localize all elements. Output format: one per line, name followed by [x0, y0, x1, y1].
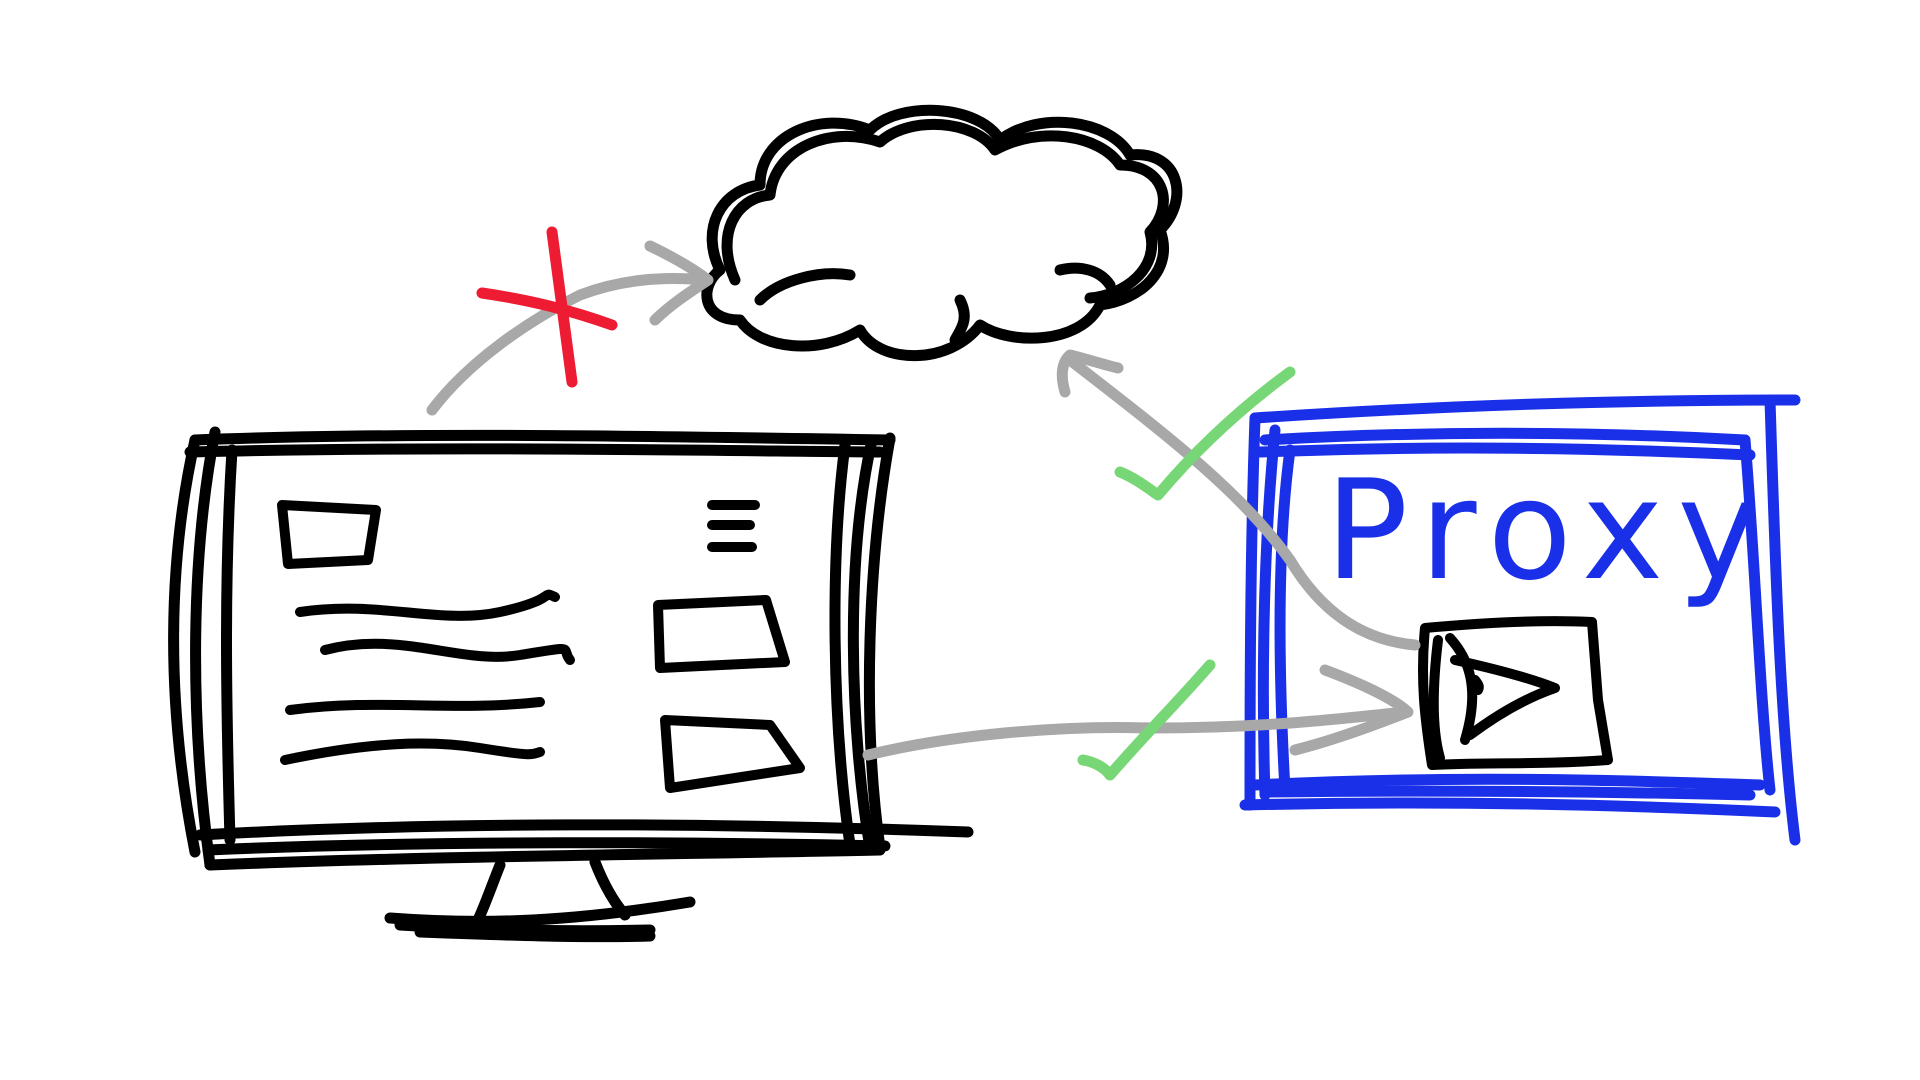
- cloud-icon: [701, 104, 1183, 362]
- proxy-label: Proxy: [1325, 450, 1773, 611]
- proxy-app-icon: [1418, 616, 1613, 770]
- text-line: [280, 738, 545, 765]
- screen-content: [277, 500, 805, 793]
- logo-box: [277, 500, 381, 569]
- text-line: [320, 638, 575, 665]
- card-box: [660, 715, 805, 793]
- proxy-diagram: Proxy: [168, 104, 1801, 943]
- play-arrow-icon: [1445, 633, 1560, 745]
- blocked-cross-icon: [476, 226, 618, 388]
- allowed-check-icon: [1077, 659, 1216, 781]
- allowed-check-icon: [1114, 366, 1296, 501]
- menu-icon: [707, 500, 760, 552]
- text-line: [285, 697, 545, 715]
- text-line: [295, 589, 560, 621]
- card-box: [653, 595, 790, 673]
